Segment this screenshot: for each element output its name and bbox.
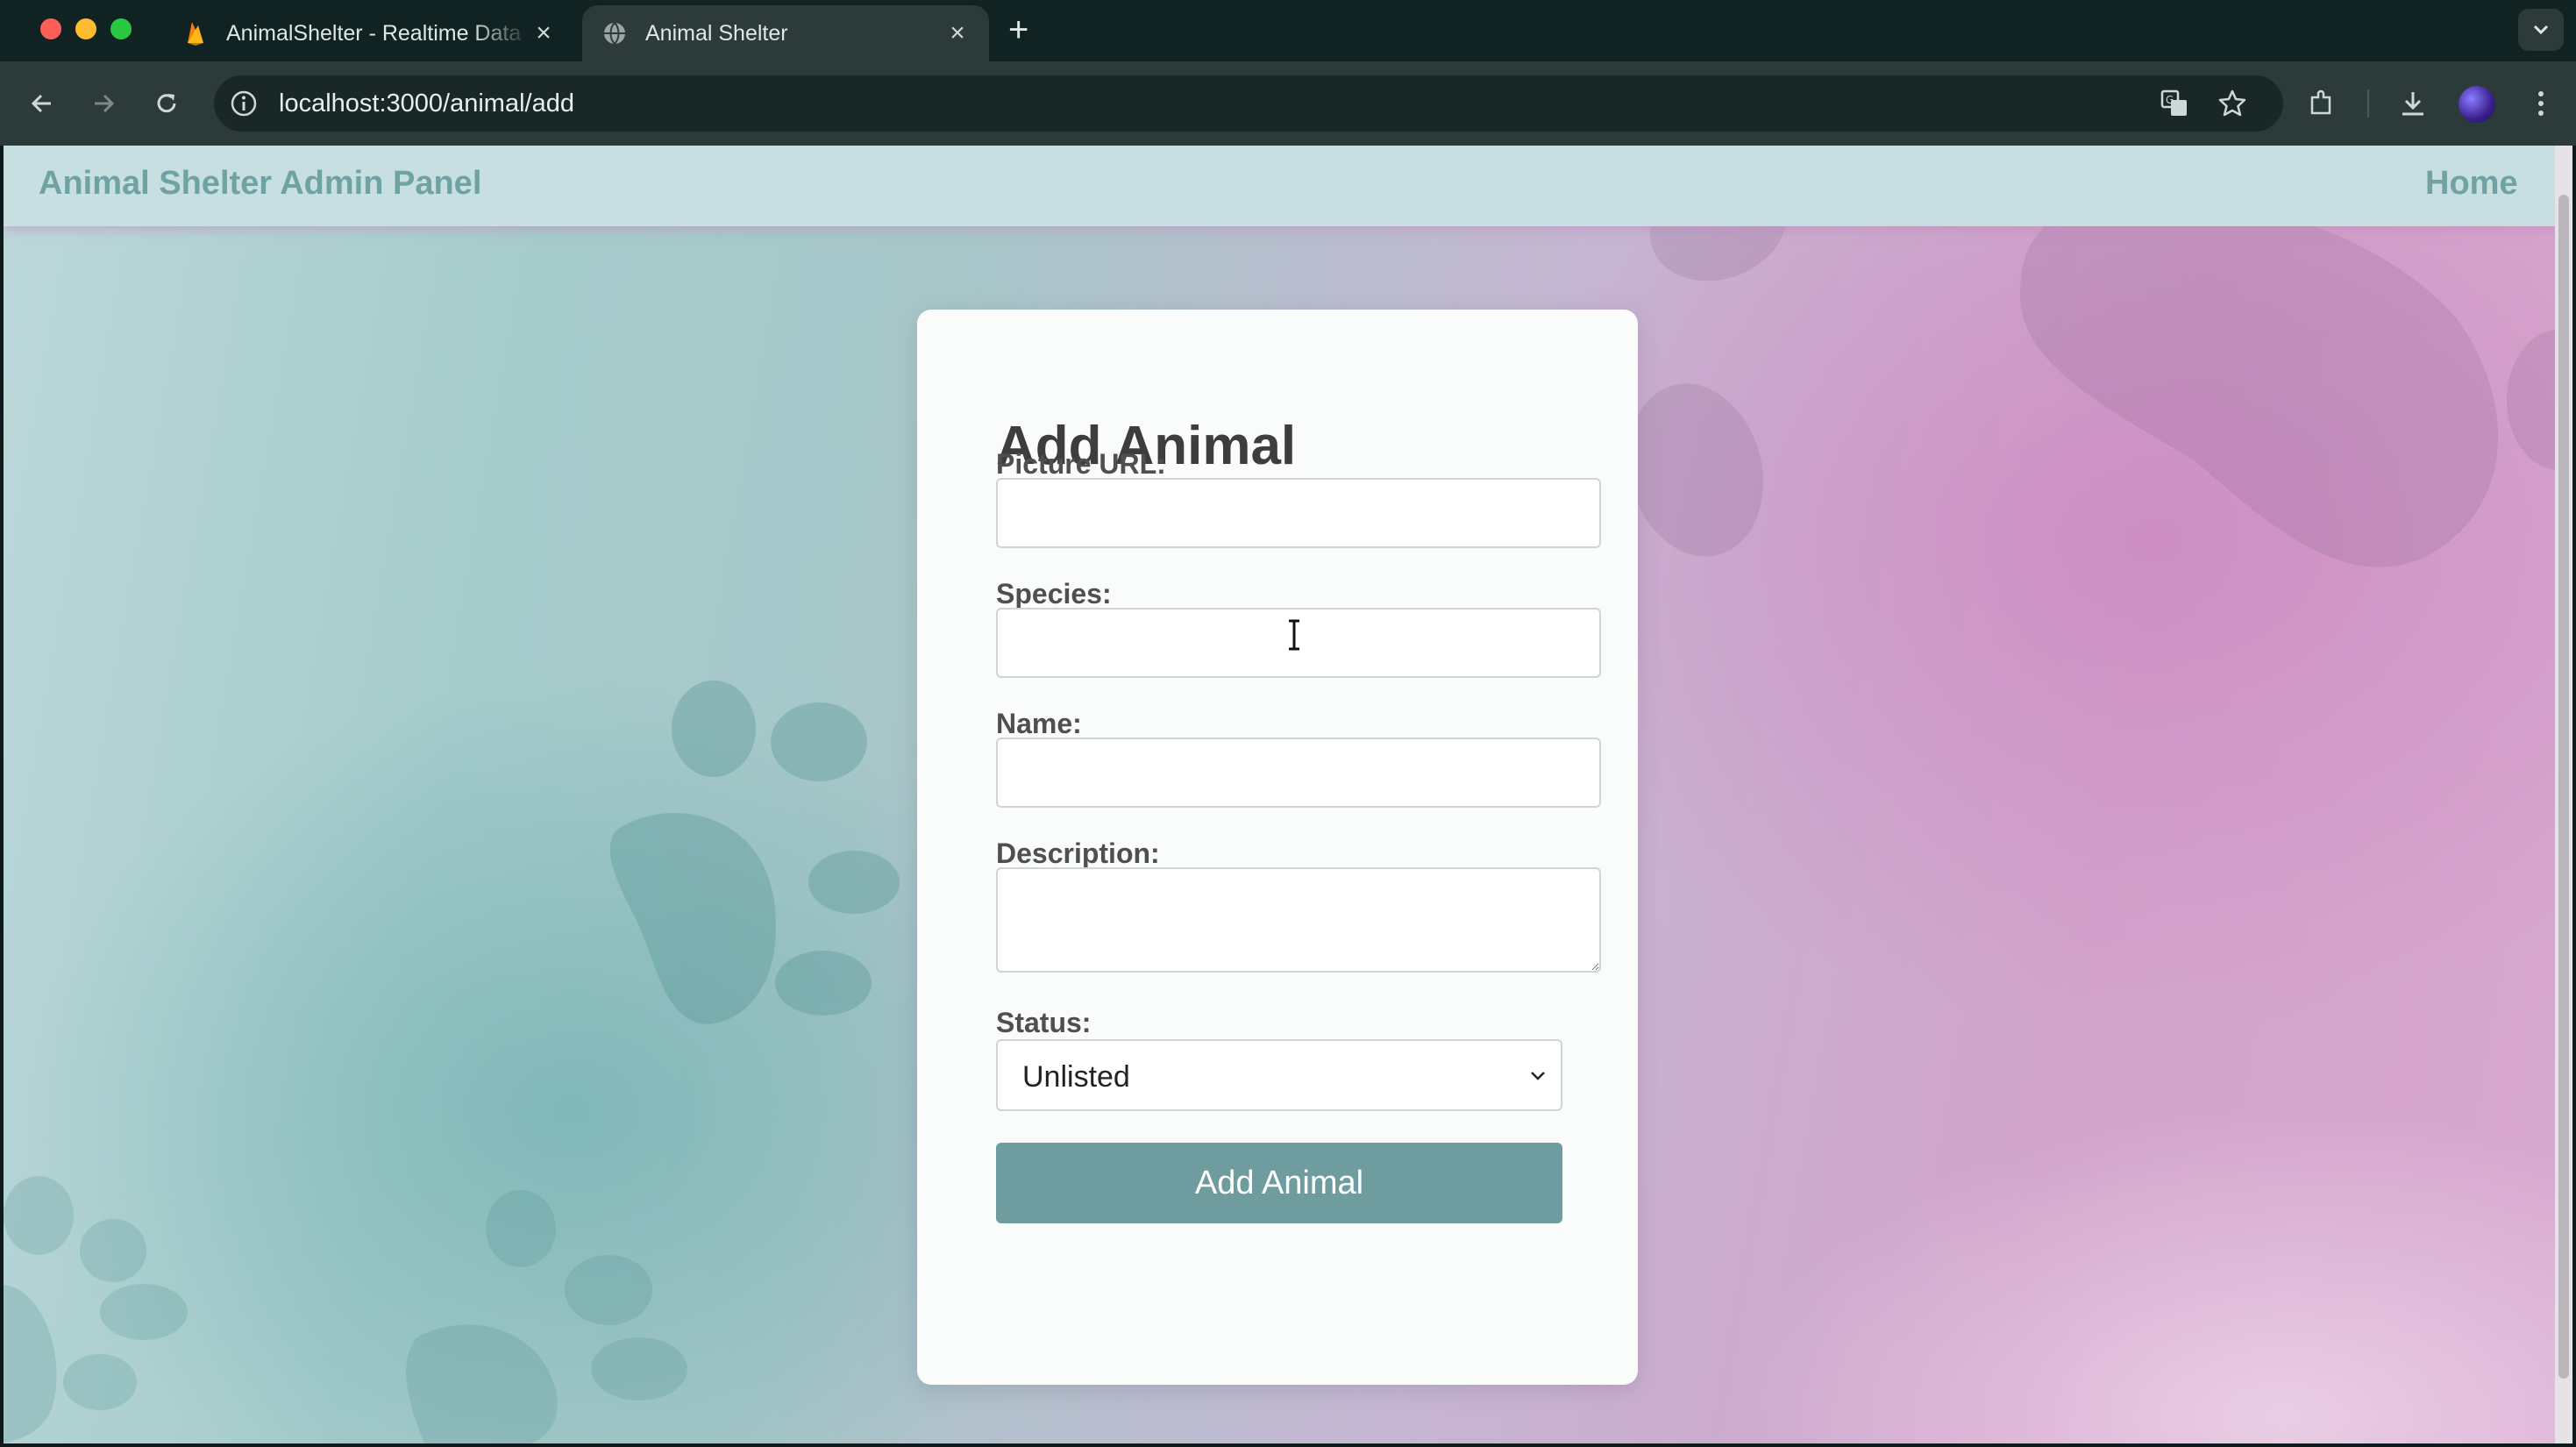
tab-title: Animal Shelter (645, 20, 788, 46)
svg-text:G: G (2166, 94, 2174, 106)
firebase-icon (182, 20, 209, 46)
tab-animal-shelter[interactable]: Animal Shelter × (582, 5, 989, 61)
globe-icon (601, 20, 628, 46)
window-minimize-button[interactable] (75, 18, 96, 39)
tab-close-icon[interactable]: × (531, 18, 556, 48)
back-arrow-icon[interactable] (25, 86, 60, 121)
translate-icon[interactable]: G (2159, 88, 2190, 119)
browser-tab-strip: AnimalShelter - Realtime Data × Animal S… (0, 0, 2576, 61)
tab-title: AnimalShelter - Realtime Data (226, 20, 522, 46)
toolbar-divider (2367, 89, 2369, 118)
add-animal-form: Add Animal Picture URL: Species: Name: D… (917, 310, 1638, 1385)
page-scrollbar-thumb[interactable] (2558, 195, 2569, 1379)
name-input[interactable] (996, 738, 1601, 808)
profile-avatar[interactable] (2459, 86, 2495, 123)
tab-animalshelter-realtime[interactable]: AnimalShelter - Realtime Data × (163, 5, 575, 61)
page-viewport: Animal Shelter Admin Panel Home Add Anim… (4, 146, 2555, 1443)
tab-search-chevron-icon[interactable] (2518, 9, 2564, 51)
add-animal-button[interactable]: Add Animal (996, 1143, 1562, 1223)
browser-toolbar: localhost:3000/animal/add G (0, 61, 2576, 146)
status-select[interactable]: Unlisted (996, 1039, 1562, 1111)
new-tab-icon[interactable]: + (1008, 11, 1028, 50)
extensions-icon[interactable] (2304, 86, 2339, 121)
picture-url-label: Picture URL: (996, 448, 1166, 480)
bookmark-star-icon[interactable] (2217, 88, 2248, 119)
download-icon[interactable] (2395, 86, 2430, 121)
address-bar[interactable]: localhost:3000/animal/add G (214, 75, 2283, 132)
status-selected-value: Unlisted (1022, 1060, 1130, 1094)
text-cursor-icon (1289, 619, 1299, 651)
url-text: localhost:3000/animal/add (279, 89, 574, 118)
window-close-button[interactable] (40, 18, 61, 39)
name-label: Name: (996, 708, 1082, 739)
browser-menu-icon[interactable] (2523, 86, 2558, 121)
description-textarea[interactable] (996, 867, 1601, 973)
window-maximize-button[interactable] (110, 18, 132, 39)
tab-close-icon[interactable]: × (945, 18, 970, 48)
status-label: Status: (996, 1007, 1092, 1038)
admin-header: Animal Shelter Admin Panel Home (4, 146, 2555, 226)
forward-arrow-icon[interactable] (86, 86, 121, 121)
chevron-down-icon (1531, 1072, 1545, 1080)
description-label: Description: (996, 838, 1160, 869)
home-link[interactable]: Home (2425, 165, 2518, 203)
reload-icon[interactable] (149, 86, 184, 121)
brand-title: Animal Shelter Admin Panel (39, 165, 482, 202)
species-label: Species: (996, 578, 1112, 609)
picture-url-input[interactable] (996, 478, 1601, 548)
site-info-icon[interactable] (228, 88, 260, 119)
